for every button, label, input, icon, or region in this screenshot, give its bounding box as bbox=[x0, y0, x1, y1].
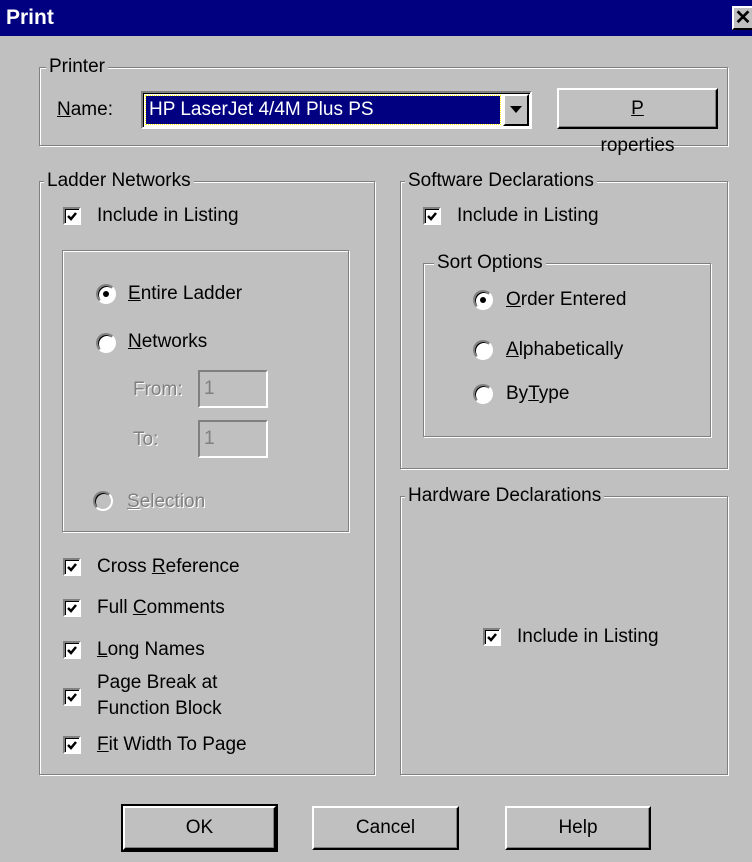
by-type-radio[interactable] bbox=[473, 384, 493, 404]
order-entered-label[interactable]: Order Entered bbox=[506, 288, 626, 312]
full-comments-label-rest: omments bbox=[146, 597, 225, 618]
hardware-declarations-label: Hardware Declarations bbox=[405, 484, 605, 508]
networks-radio[interactable] bbox=[96, 333, 116, 353]
check-icon bbox=[67, 563, 77, 572]
chevron-down-icon bbox=[510, 106, 522, 113]
selection-radio[interactable] bbox=[93, 491, 113, 511]
title-bar: Print ✕ bbox=[0, 0, 752, 36]
hardware-include-checkbox[interactable] bbox=[483, 628, 501, 646]
page-break-label-line1[interactable]: Page Break at bbox=[97, 673, 217, 693]
software-declarations-label: Software Declarations bbox=[405, 169, 597, 193]
dropdown-button[interactable] bbox=[503, 94, 529, 126]
to-input[interactable]: 1 bbox=[198, 420, 268, 458]
cross-reference-label[interactable]: Cross Reference bbox=[97, 555, 240, 579]
check-icon bbox=[67, 212, 77, 221]
alphabetically-label[interactable]: Alphabetically bbox=[506, 338, 623, 362]
printer-group-label: Printer bbox=[46, 55, 108, 79]
full-comments-checkbox[interactable] bbox=[63, 599, 81, 617]
check-icon bbox=[487, 633, 497, 642]
ok-button[interactable]: OK bbox=[121, 804, 278, 852]
selection-label-rest: election bbox=[139, 491, 206, 512]
by-type-label[interactable]: ByType bbox=[506, 382, 569, 406]
help-button-label: Help bbox=[558, 817, 598, 838]
alphabetically-label-rest: lphabetically bbox=[518, 339, 624, 360]
properties-button[interactable]: Properties bbox=[557, 88, 718, 156]
hardware-include-label[interactable]: Include in Listing bbox=[517, 625, 659, 649]
close-icon: ✕ bbox=[734, 7, 752, 29]
fit-width-label-rest: it Width To Page bbox=[108, 734, 247, 755]
printer-select[interactable]: HP LaserJet 4/4M Plus PS bbox=[141, 91, 532, 129]
printer-name-label-rest: ame: bbox=[70, 99, 113, 120]
networks-label-rest: etworks bbox=[141, 331, 208, 352]
full-comments-label[interactable]: Full Comments bbox=[97, 596, 225, 620]
order-entered-radio[interactable] bbox=[473, 290, 493, 310]
page-break-label-line2[interactable]: Function Block bbox=[97, 699, 222, 719]
printer-name-label: Name: bbox=[57, 99, 113, 120]
cancel-button[interactable]: Cancel bbox=[312, 806, 459, 850]
entire-ladder-label-rest: ntire Ladder bbox=[140, 283, 243, 304]
ok-button-label: OK bbox=[185, 817, 214, 838]
sort-options-label: Sort Options bbox=[434, 251, 546, 275]
radio-dot bbox=[103, 291, 109, 297]
long-names-label[interactable]: Long Names bbox=[97, 638, 205, 662]
help-button[interactable]: Help bbox=[505, 806, 651, 850]
properties-button-label: roperties bbox=[600, 135, 675, 156]
software-include-label[interactable]: Include in Listing bbox=[457, 204, 599, 228]
fit-width-checkbox[interactable] bbox=[63, 736, 81, 754]
ladder-networks-label: Ladder Networks bbox=[44, 169, 194, 193]
ladder-include-label[interactable]: Include in Listing bbox=[97, 204, 239, 228]
check-icon bbox=[67, 693, 77, 702]
check-icon bbox=[427, 212, 437, 221]
entire-ladder-radio[interactable] bbox=[96, 284, 116, 304]
fit-width-label[interactable]: Fit Width To Page bbox=[97, 733, 247, 757]
selection-label[interactable]: Selection bbox=[127, 490, 205, 514]
close-button[interactable]: ✕ bbox=[732, 6, 752, 30]
long-names-label-rest: ong Names bbox=[107, 639, 205, 660]
check-icon bbox=[67, 646, 77, 655]
ladder-include-checkbox[interactable] bbox=[63, 207, 81, 225]
printer-select-value: HP LaserJet 4/4M Plus PS bbox=[145, 95, 501, 125]
cross-reference-label-rest: eference bbox=[165, 556, 240, 577]
entire-ladder-label[interactable]: Entire Ladder bbox=[128, 282, 242, 306]
software-include-checkbox[interactable] bbox=[423, 207, 441, 225]
cancel-button-label: Cancel bbox=[355, 817, 416, 838]
to-label: To: bbox=[133, 429, 159, 450]
cross-reference-checkbox[interactable] bbox=[63, 558, 81, 576]
check-icon bbox=[67, 604, 77, 613]
from-input[interactable]: 1 bbox=[198, 370, 268, 408]
from-label: From: bbox=[133, 379, 183, 400]
radio-dot bbox=[480, 297, 486, 303]
networks-label[interactable]: Networks bbox=[128, 330, 207, 354]
by-type-label-rest: ype bbox=[538, 383, 570, 404]
page-break-checkbox[interactable] bbox=[63, 688, 81, 706]
window-title: Print bbox=[6, 6, 54, 29]
alphabetically-radio[interactable] bbox=[473, 340, 493, 360]
order-entered-label-rest: rder Entered bbox=[520, 289, 627, 310]
check-icon bbox=[67, 741, 77, 750]
long-names-checkbox[interactable] bbox=[63, 641, 81, 659]
